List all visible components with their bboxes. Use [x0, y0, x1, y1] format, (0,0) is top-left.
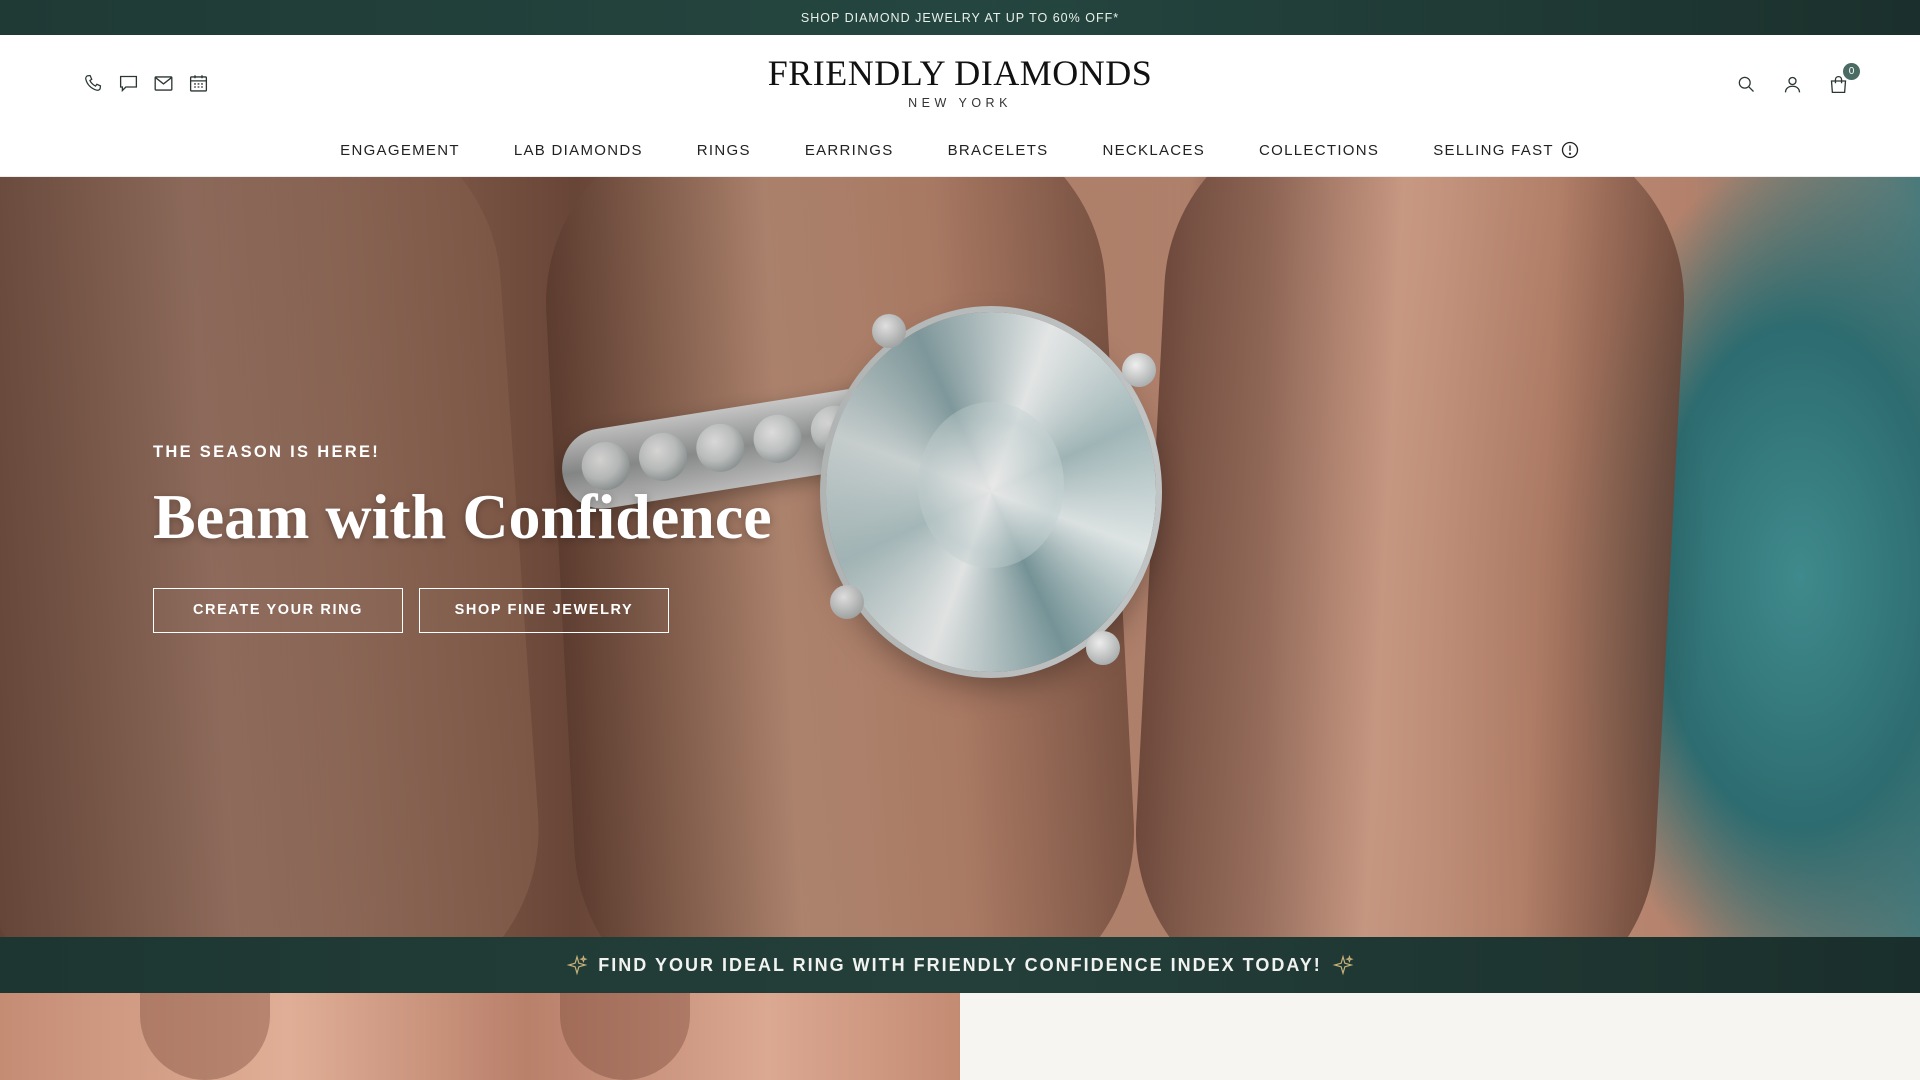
sparkle-icon — [1332, 954, 1354, 976]
nav-label: ENGAGEMENT — [340, 141, 460, 159]
confidence-index-text: FIND YOUR IDEAL RING WITH FRIENDLY CONFI… — [598, 954, 1322, 975]
nav-item-rings[interactable]: RINGS — [670, 140, 778, 160]
sparkle-icon — [566, 954, 588, 976]
brand-logo[interactable]: FRIENDLY DIAMONDS NEW YORK — [0, 55, 1920, 110]
nav-item-necklaces[interactable]: NECKLACES — [1075, 140, 1232, 160]
secondary-hero-image — [0, 993, 960, 1080]
hero-eyebrow: THE SEASON IS HERE! — [153, 443, 381, 461]
nav-item-collections[interactable]: COLLECTIONS — [1232, 140, 1406, 160]
cart-icon[interactable]: 0 — [1826, 63, 1860, 96]
shop-fine-jewelry-button[interactable]: SHOP FINE JEWELRY — [419, 587, 669, 633]
site-header: FRIENDLY DIAMONDS NEW YORK 0 ENGAGEMENT … — [0, 35, 1920, 177]
nav-label: LAB DIAMONDS — [513, 141, 643, 159]
main-nav: ENGAGEMENT LAB DIAMONDS RINGS EARRINGS B… — [0, 140, 1920, 160]
nav-label: COLLECTIONS — [1259, 141, 1380, 159]
secondary-content-panel — [960, 993, 1920, 1080]
nav-item-engagement[interactable]: ENGAGEMENT — [313, 140, 487, 160]
nav-label: RINGS — [696, 141, 751, 159]
brand-subtitle: NEW YORK — [908, 96, 1012, 110]
nav-item-selling-fast[interactable]: SELLING FAST — [1406, 140, 1607, 160]
account-icon[interactable] — [1780, 72, 1804, 96]
hero-copy: THE SEASON IS HERE! Beam with Confidence… — [153, 443, 772, 633]
clock-alert-icon — [1561, 141, 1579, 159]
announcement-link[interactable]: SHOP DIAMOND JEWELRY AT UP TO 60% OFF* — [801, 11, 1119, 25]
create-your-ring-button[interactable]: CREATE YOUR RING — [153, 587, 403, 633]
announcement-bar: SHOP DIAMOND JEWELRY AT UP TO 60% OFF* — [0, 0, 1920, 35]
search-icon[interactable] — [1734, 72, 1758, 96]
cart-count-badge: 0 — [1843, 63, 1860, 80]
nav-label: BRACELETS — [947, 141, 1049, 159]
hero-banner: THE SEASON IS HERE! Beam with Confidence… — [0, 177, 1920, 937]
brand-name: FRIENDLY DIAMONDS — [767, 53, 1153, 93]
utility-icons-right: 0 — [1734, 63, 1860, 96]
nav-item-lab-diamonds[interactable]: LAB DIAMONDS — [487, 140, 670, 160]
nav-label: EARRINGS — [804, 141, 894, 159]
confidence-index-banner[interactable]: FIND YOUR IDEAL RING WITH FRIENDLY CONFI… — [0, 937, 1920, 993]
image-detail — [140, 993, 270, 1080]
nav-label: SELLING FAST — [1433, 141, 1554, 159]
hero-headline: Beam with Confidence — [153, 481, 772, 552]
nav-item-bracelets[interactable]: BRACELETS — [921, 140, 1076, 160]
nav-label: NECKLACES — [1102, 141, 1206, 159]
hero-cta-group: CREATE YOUR RING SHOP FINE JEWELRY — [153, 587, 772, 633]
nav-item-earrings[interactable]: EARRINGS — [778, 140, 921, 160]
image-detail — [560, 993, 690, 1080]
